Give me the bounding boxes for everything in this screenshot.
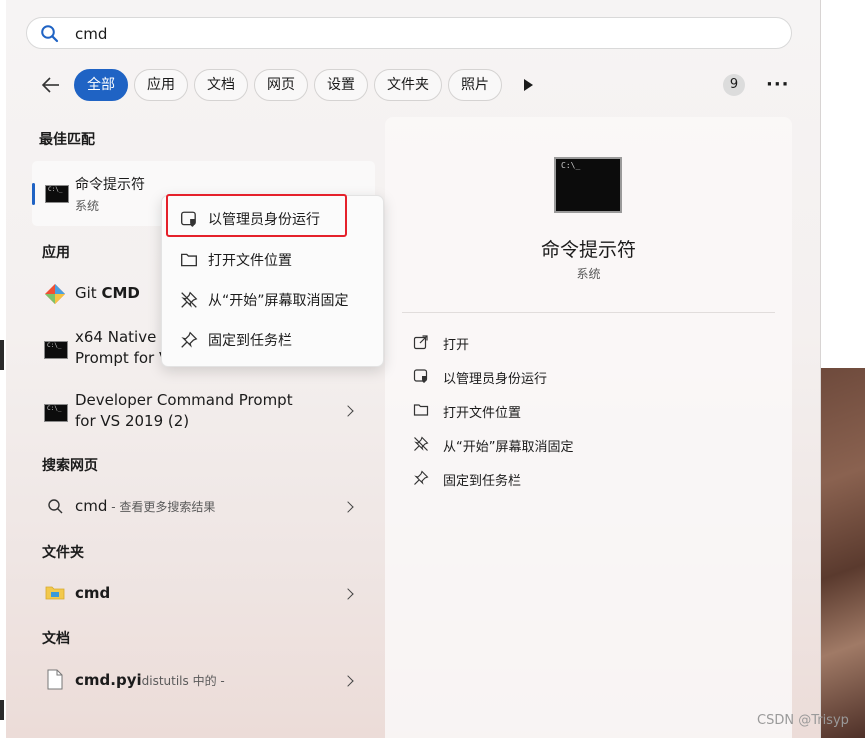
- git-label-bold: CMD: [101, 284, 140, 302]
- section-apps: 应用: [42, 245, 70, 261]
- tab-photos[interactable]: 照片: [448, 69, 502, 101]
- chevron-right-icon[interactable]: [342, 501, 354, 513]
- tab-all[interactable]: 全部: [74, 69, 128, 101]
- search-icon: [48, 499, 63, 514]
- git-icon: [45, 284, 65, 304]
- document-label: cmd.pyidistutils 中的 -: [75, 670, 225, 692]
- cmd-icon: [45, 185, 69, 203]
- pin-icon: [414, 470, 429, 485]
- pin-icon: [181, 331, 198, 348]
- chevron-right-icon[interactable]: [342, 588, 354, 600]
- document-name: cmd.pyi: [75, 671, 142, 689]
- chevron-right-icon[interactable]: [342, 405, 354, 417]
- app-git-cmd-label: Git CMD: [75, 283, 140, 304]
- desktop-edge: [0, 700, 4, 720]
- search-input[interactable]: [73, 22, 677, 46]
- folder-outline-icon: [413, 404, 429, 416]
- git-label-prefix: Git: [75, 284, 102, 302]
- cmd-large-icon: [554, 157, 622, 213]
- document-hint: distutils 中的 -: [141, 674, 225, 688]
- action-open-location-label: 打开文件位置: [443, 406, 522, 421]
- action-open-label: 打开: [443, 338, 470, 353]
- app-dev-line1: Developer Command Prompt: [75, 391, 293, 409]
- action-pin-taskbar-label: 固定到任务栏: [443, 474, 522, 489]
- chevron-right-icon[interactable]: [342, 675, 354, 687]
- desktop-photo: [820, 368, 865, 738]
- divider: [402, 312, 775, 313]
- app-x64-line2: Prompt for V: [75, 349, 170, 367]
- detail-panel: 命令提示符 系统 打开 以管理员身份运行 打开文件位置: [385, 117, 792, 738]
- unpin-icon: [181, 291, 198, 308]
- tab-folders[interactable]: 文件夹: [374, 69, 442, 101]
- action-run-as-admin-label: 以管理员身份运行: [443, 372, 548, 387]
- section-documents: 文档: [42, 631, 70, 647]
- result-count-badge: 9: [723, 74, 745, 96]
- folder-name: cmd: [75, 584, 111, 602]
- watermark: CSDN @Trisyp: [757, 713, 849, 728]
- tab-web[interactable]: 网页: [254, 69, 308, 101]
- search-box[interactable]: [26, 17, 792, 49]
- action-unpin-start-label: 从“开始”屏幕取消固定: [443, 440, 574, 455]
- web-hint: - 查看更多搜索结果: [107, 500, 216, 514]
- search-icon: [41, 25, 59, 43]
- tab-settings[interactable]: 设置: [314, 69, 368, 101]
- unpin-icon: [414, 436, 429, 451]
- filter-tabs: 全部 应用 文档 网页 设置 文件夹 照片: [74, 69, 502, 101]
- cmd-icon: [44, 404, 68, 422]
- menu-unpin-start[interactable]: 从“开始”屏幕取消固定: [170, 283, 375, 317]
- section-web: 搜索网页: [42, 458, 98, 474]
- tab-documents[interactable]: 文档: [194, 69, 248, 101]
- folder-outline-icon: [181, 253, 197, 267]
- menu-unpin-start-label: 从“开始”屏幕取消固定: [208, 293, 349, 309]
- menu-open-location[interactable]: 打开文件位置: [170, 243, 375, 277]
- app-x64-line1: x64 Native T: [75, 328, 171, 346]
- menu-pin-taskbar[interactable]: 固定到任务栏: [170, 323, 375, 357]
- desktop-edge: [0, 340, 4, 370]
- best-match-title: 命令提示符: [75, 177, 145, 193]
- cmd-icon: [44, 341, 68, 359]
- web-query: cmd: [75, 497, 108, 515]
- back-arrow-icon[interactable]: [40, 74, 62, 96]
- menu-pin-taskbar-label: 固定到任务栏: [208, 333, 292, 349]
- more-options-icon[interactable]: ···: [766, 74, 790, 95]
- app-dev-line2: for VS 2019 (2): [75, 412, 190, 430]
- document-icon: [47, 669, 63, 690]
- start-search-panel: 全部 应用 文档 网页 设置 文件夹 照片 9 ··· 最佳匹配 命令提示符 系…: [6, 0, 821, 738]
- detail-subtitle: 系统: [576, 267, 601, 281]
- shield-icon: [413, 369, 428, 383]
- highlight-annotation-box: [166, 194, 347, 237]
- detail-title: 命令提示符: [540, 239, 636, 261]
- web-search-label: cmd - 查看更多搜索结果: [75, 496, 215, 518]
- open-external-icon: [413, 335, 428, 350]
- menu-open-location-label: 打开文件位置: [208, 253, 292, 269]
- folder-icon: [45, 586, 65, 600]
- section-folders: 文件夹: [42, 545, 84, 561]
- best-match-subtitle: 系统: [75, 199, 100, 213]
- tab-apps[interactable]: 应用: [134, 69, 188, 101]
- selection-indicator: [32, 183, 35, 205]
- section-best-match: 最佳匹配: [39, 132, 95, 148]
- more-tabs-play-icon[interactable]: [524, 79, 533, 91]
